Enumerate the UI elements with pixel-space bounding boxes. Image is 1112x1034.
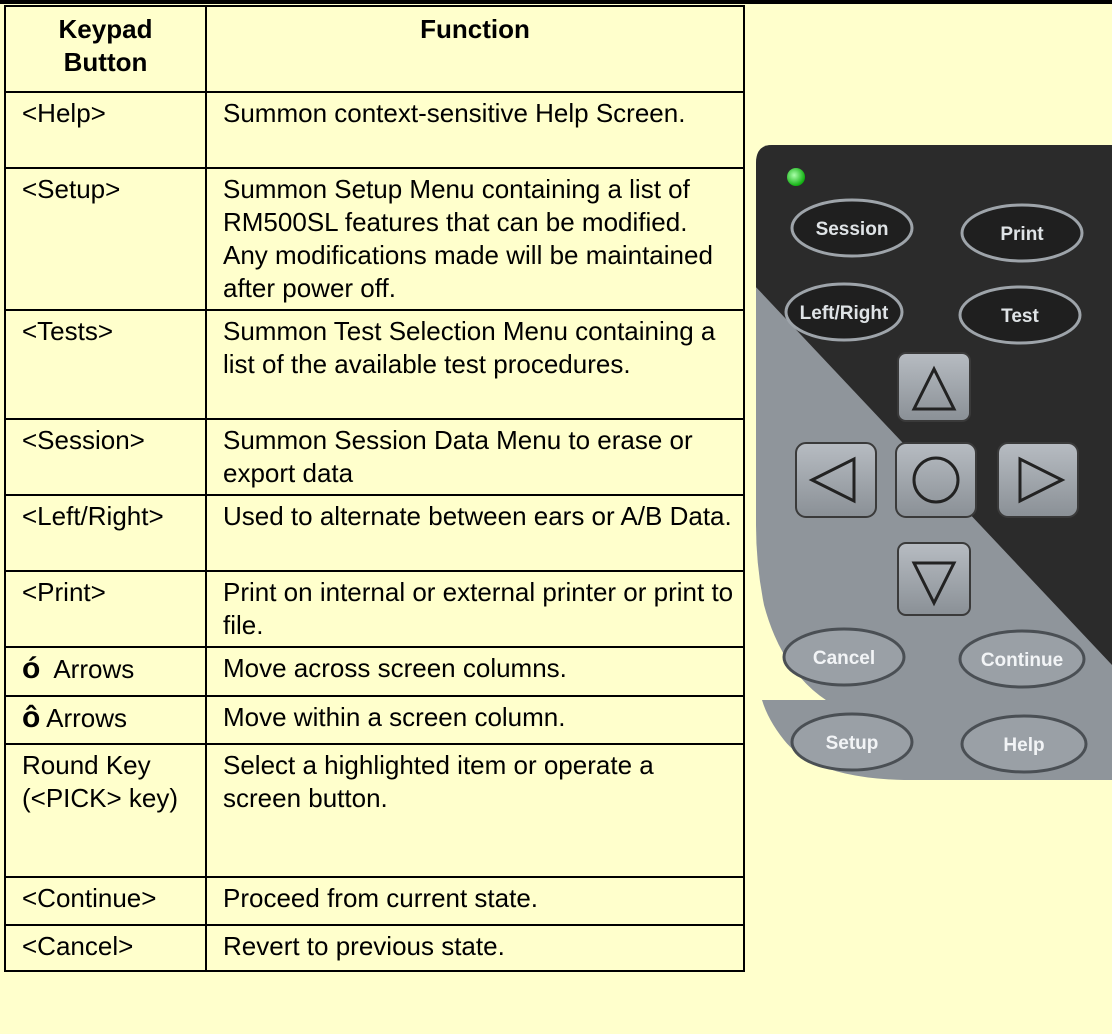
key-cell: <Cancel> bbox=[4, 924, 207, 972]
remote-keypad-image: Session Print Left/Right Test Cancel Con… bbox=[754, 145, 1112, 725]
function-cell: Summon Session Data Menu to erase or exp… bbox=[205, 418, 745, 496]
key-cell: ó Arrows bbox=[4, 646, 207, 697]
table-row: ó Arrows Move across screen columns. bbox=[4, 646, 745, 697]
key-cell: <Session> bbox=[4, 418, 207, 496]
cancel-label: Cancel bbox=[813, 648, 875, 669]
function-cell: Move within a screen column. bbox=[205, 695, 745, 745]
function-cell: Summon Test Selection Menu containing a … bbox=[205, 309, 745, 420]
function-cell: Summon Setup Menu containing a list of R… bbox=[205, 167, 745, 311]
remote-lower-body: Setup Help bbox=[754, 700, 1112, 780]
header-keypad-button: Keypad Button bbox=[4, 5, 207, 93]
key-cell: Round Key (<PICK> key) bbox=[4, 743, 207, 878]
up-arrow-button[interactable] bbox=[897, 352, 971, 422]
table-row: Round Key (<PICK> key) Select a highligh… bbox=[4, 743, 745, 878]
down-arrow-button[interactable] bbox=[897, 542, 971, 616]
cancel-button[interactable]: Cancel bbox=[782, 627, 906, 687]
function-cell: Used to alternate between ears or A/B Da… bbox=[205, 494, 745, 572]
keypad-table: Keypad Button Function <Help> Summon con… bbox=[4, 5, 745, 972]
continue-button[interactable]: Continue bbox=[958, 629, 1086, 689]
table-row: <Cancel> Revert to previous state. bbox=[4, 924, 745, 972]
key-cell: ô Arrows bbox=[4, 695, 207, 745]
table-row: <Setup> Summon Setup Menu containing a l… bbox=[4, 167, 745, 311]
page: Keypad Button Function <Help> Summon con… bbox=[0, 0, 1112, 1034]
key-cell: <Print> bbox=[4, 570, 207, 648]
session-label: Session bbox=[816, 219, 889, 240]
key-label: Arrows bbox=[46, 703, 128, 733]
key-cell: <Left/Right> bbox=[4, 494, 207, 572]
help-button-face[interactable]: Help bbox=[960, 714, 1088, 774]
table-row: <Print> Print on internal or external pr… bbox=[4, 570, 745, 648]
function-cell: Move across screen columns. bbox=[205, 646, 745, 697]
horizontal-arrows-icon: ó bbox=[22, 652, 41, 685]
print-label: Print bbox=[1000, 224, 1044, 245]
led-indicator bbox=[787, 168, 805, 186]
key-label: Arrows bbox=[53, 654, 135, 684]
function-cell: Print on internal or external printer or… bbox=[205, 570, 745, 648]
session-button[interactable]: Session bbox=[790, 198, 914, 258]
right-arrow-button[interactable] bbox=[997, 442, 1079, 518]
function-cell: Revert to previous state. bbox=[205, 924, 745, 972]
left-arrow-button[interactable] bbox=[795, 442, 877, 518]
print-button[interactable]: Print bbox=[960, 203, 1084, 263]
vertical-arrows-icon: ô bbox=[22, 701, 41, 734]
left-right-button[interactable]: Left/Right bbox=[784, 282, 904, 342]
table-row: <Left/Right> Used to alternate between e… bbox=[4, 494, 745, 572]
key-cell: <Continue> bbox=[4, 876, 207, 926]
table-row: <Help> Summon context-sensitive Help Scr… bbox=[4, 91, 745, 169]
test-label: Test bbox=[1001, 306, 1039, 327]
key-cell: <Tests> bbox=[4, 309, 207, 420]
test-button[interactable]: Test bbox=[958, 285, 1082, 345]
left-right-label: Left/Right bbox=[800, 303, 889, 324]
setup-label: Setup bbox=[826, 733, 879, 754]
function-cell: Proceed from current state. bbox=[205, 876, 745, 926]
key-cell: <Help> bbox=[4, 91, 207, 169]
function-cell: Summon context-sensitive Help Screen. bbox=[205, 91, 745, 169]
key-cell: <Setup> bbox=[4, 167, 207, 311]
help-label: Help bbox=[1003, 735, 1044, 756]
function-cell: Select a highlighted item or operate a s… bbox=[205, 743, 745, 878]
top-rule bbox=[0, 0, 1112, 4]
table-header-row: Keypad Button Function bbox=[4, 5, 745, 93]
continue-label: Continue bbox=[981, 650, 1063, 671]
setup-button-face[interactable]: Setup bbox=[790, 712, 914, 772]
round-pick-button[interactable] bbox=[895, 442, 977, 518]
table-row: ô Arrows Move within a screen column. bbox=[4, 695, 745, 745]
table-row: <Session> Summon Session Data Menu to er… bbox=[4, 418, 745, 496]
table-row: <Tests> Summon Test Selection Menu conta… bbox=[4, 309, 745, 420]
header-function: Function bbox=[205, 5, 745, 93]
table-row: <Continue> Proceed from current state. bbox=[4, 876, 745, 926]
